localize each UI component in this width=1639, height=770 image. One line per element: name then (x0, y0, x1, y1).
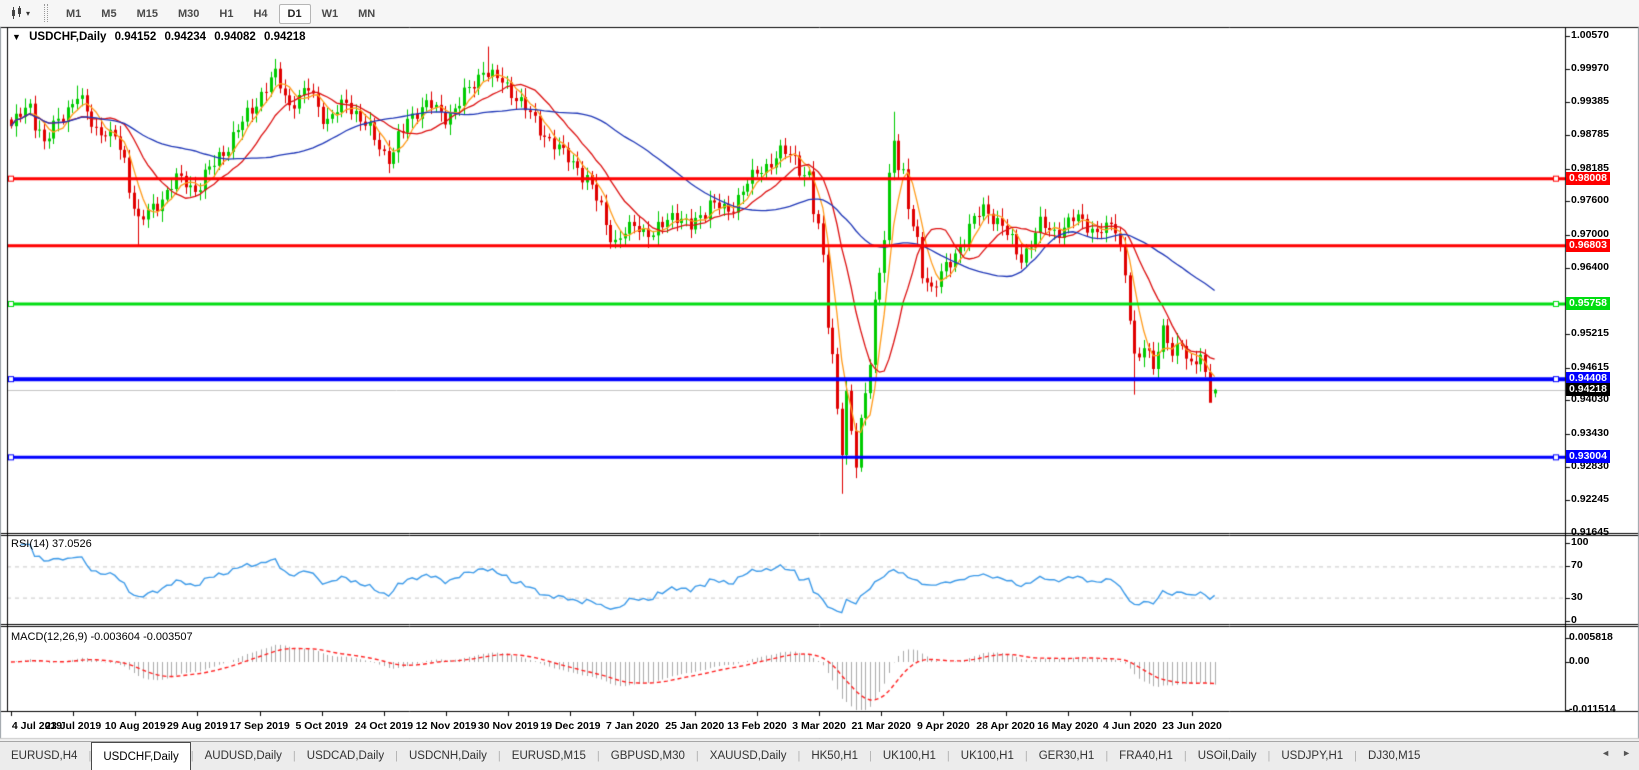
timeframe-button-w1[interactable]: W1 (313, 4, 348, 24)
timeframe-button-m15[interactable]: M15 (128, 4, 167, 24)
chart-tab-uk100-h1[interactable]: UK100,H1 (950, 742, 1025, 770)
timeframe-button-d1[interactable]: D1 (278, 4, 311, 24)
chart-tab-usdcad-daily[interactable]: USDCAD,Daily (296, 742, 395, 770)
chart-tab-usdcnh-daily[interactable]: USDCNH,Daily (398, 742, 498, 770)
ohlc-high: 0.94234 (164, 31, 207, 43)
chart-tab-dj30-m15[interactable]: DJ30,M15 (1357, 742, 1431, 770)
dropdown-caret-icon: ▾ (26, 8, 31, 18)
toolbar-grip (44, 4, 49, 22)
chart-tab-usdchf-daily[interactable]: USDCHF,Daily (91, 742, 191, 770)
chart-header: ▼ USDCHF,Daily 0.94152 0.94234 0.94082 0… (12, 31, 311, 43)
top-toolbar: ▾ M1 M5 M15 M30 H1 H4 D1 W1 MN (0, 0, 1639, 27)
chart-canvas[interactable] (0, 0, 1639, 769)
ohlc-close: 0.94218 (264, 31, 306, 43)
chart-tab-xauusd-daily[interactable]: XAUUSD,Daily (699, 742, 798, 770)
chart-tab-gbpusd-m30[interactable]: GBPUSD,M30 (600, 742, 696, 770)
ohlc-low: 0.94082 (214, 31, 256, 43)
tab-scroll-arrows: ◄ ► (1601, 748, 1631, 758)
tab-scroll-left-icon[interactable]: ◄ (1601, 748, 1610, 758)
candlestick-chart-icon (12, 6, 21, 19)
ohlc-open: 0.94152 (114, 31, 157, 43)
chart-tab-audusd-daily[interactable]: AUDUSD,Daily (194, 742, 293, 770)
macd-indicator-label: MACD(12,26,9) -0.003604 -0.003507 (11, 631, 193, 643)
timeframe-button-h4[interactable]: H4 (244, 4, 276, 24)
symbol-dropdown-icon[interactable]: ▼ (12, 32, 21, 42)
timeframe-button-mn[interactable]: MN (349, 4, 384, 24)
rsi-indicator-label: RSI(14) 37.0526 (11, 538, 92, 550)
chart-tab-eurusd-h4[interactable]: EURUSD,H4 (0, 742, 88, 770)
symbol-title: USDCHF,Daily (29, 31, 107, 43)
timeframe-button-h1[interactable]: H1 (210, 4, 242, 24)
timeframe-button-m30[interactable]: M30 (169, 4, 208, 24)
chart-tab-hk50-h1[interactable]: HK50,H1 (800, 742, 869, 770)
chart-tabbar: EURUSD,H4 | USDCHF,Daily | AUDUSD,Daily | USDC… (0, 741, 1639, 770)
chart-tab-uk100-h1[interactable]: UK100,H1 (872, 742, 947, 770)
chart-tab-ger30-h1[interactable]: GER30,H1 (1028, 742, 1106, 770)
chart-type-button[interactable]: ▾ (4, 4, 36, 22)
chart-tab-eurusd-m15[interactable]: EURUSD,M15 (501, 742, 597, 770)
chart-tab-usoil-daily[interactable]: USOil,Daily (1187, 742, 1268, 770)
timeframe-buttons: M1 M5 M15 M30 H1 H4 D1 W1 MN (56, 4, 385, 24)
chart-tab-fra40-h1[interactable]: FRA40,H1 (1108, 742, 1184, 770)
timeframe-button-m1[interactable]: M1 (57, 4, 90, 24)
tab-scroll-right-icon[interactable]: ► (1622, 748, 1631, 758)
chart-tab-usdjpy-h1[interactable]: USDJPY,H1 (1270, 742, 1354, 770)
timeframe-button-m5[interactable]: M5 (92, 4, 125, 24)
